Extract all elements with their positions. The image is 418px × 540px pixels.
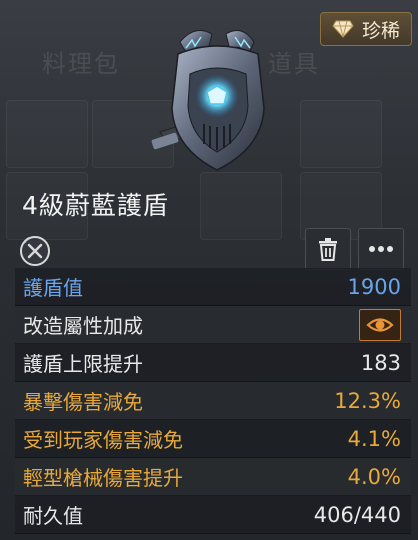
stat-row-crit-reduction: 暴擊傷害減免 12.3% [15, 382, 411, 420]
stat-label: 耐久值 [23, 504, 83, 528]
background-tab-food: 料理包 [42, 50, 120, 78]
stats-list: 護盾值 1900 改造屬性加成 護盾上限提升 183 暴擊傷害減免 12.3% … [15, 268, 411, 534]
stat-row-shield-value: 護盾值 1900 [15, 268, 411, 306]
stat-label: 輕型槍械傷害提升 [23, 466, 183, 490]
diamond-icon [332, 20, 354, 38]
stat-value: 4.1% [347, 426, 401, 451]
shield-armor-icon [151, 29, 265, 171]
eye-icon [366, 317, 394, 332]
trash-icon [319, 238, 337, 261]
stat-value: 183 [360, 350, 401, 375]
stat-row-mod-bonus: 改造屬性加成 [15, 306, 411, 344]
rarity-badge: 珍稀 [320, 12, 412, 46]
stat-row-player-damage-reduction: 受到玩家傷害減免 4.1% [15, 420, 411, 458]
rarity-label: 珍稀 [361, 19, 400, 42]
stat-label: 護盾上限提升 [23, 352, 143, 376]
stat-row-shield-cap: 護盾上限提升 183 [15, 344, 411, 382]
delete-button[interactable] [305, 228, 351, 270]
stat-row-light-weapon-damage: 輕型槍械傷害提升 4.0% [15, 458, 411, 496]
background-slot [200, 172, 282, 240]
stat-label: 改造屬性加成 [23, 314, 143, 338]
stat-value: 1900 [347, 274, 401, 299]
view-bonus-button[interactable] [359, 308, 401, 341]
stat-row-durability: 耐久值 406/440 [15, 496, 411, 534]
more-dots-icon [369, 246, 393, 252]
stat-value: 4.0% [347, 464, 401, 489]
stat-label: 護盾值 [23, 276, 83, 300]
more-options-button[interactable] [358, 228, 404, 270]
stat-label: 受到玩家傷害減免 [23, 428, 183, 452]
item-name: 4級蔚藍護盾 [22, 191, 169, 220]
background-slot [300, 100, 382, 168]
background-slot [6, 100, 88, 168]
stat-value: 406/440 [313, 502, 401, 527]
stat-label: 暴擊傷害減免 [23, 390, 143, 414]
close-circle-icon[interactable] [18, 234, 52, 268]
stat-value: 12.3% [334, 388, 401, 413]
item-detail-card: 料理包 道具 珍稀 4級蔚藍護盾 護盾值 1900 改造屬性加成 護盾上限提升 … [0, 0, 418, 540]
